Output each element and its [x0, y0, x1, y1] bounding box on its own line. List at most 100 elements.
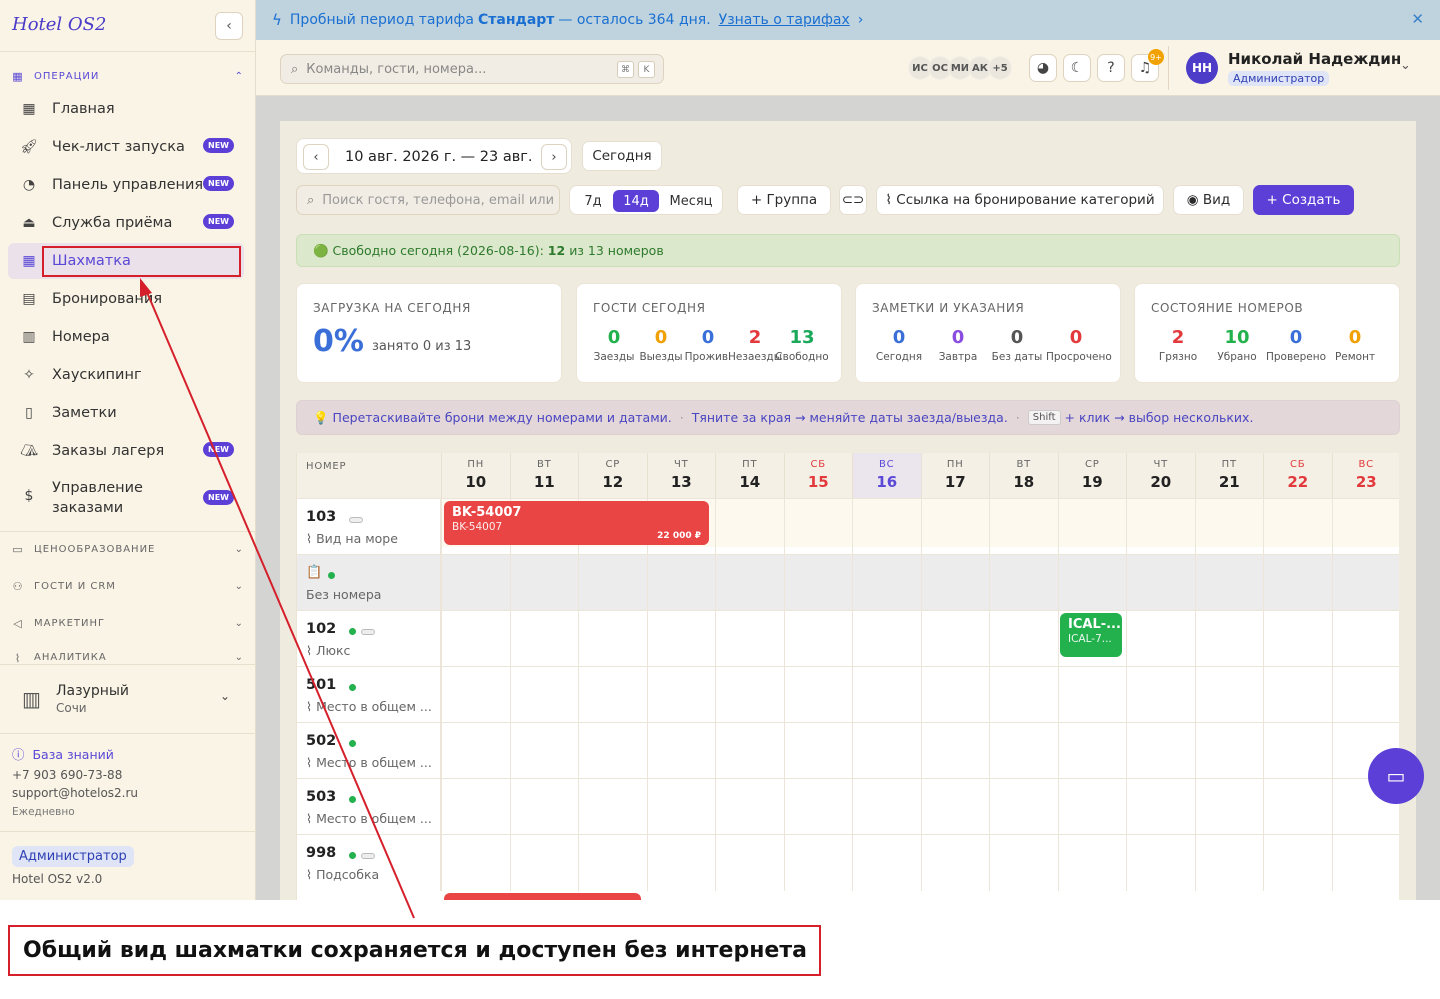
grid-cell-line[interactable] [646, 723, 648, 779]
grid-cell-line[interactable] [715, 499, 716, 555]
booking-block[interactable]: ICAL-... ICAL-7... [1060, 613, 1122, 657]
grid-cell-line[interactable] [920, 555, 922, 611]
grid-cell-line[interactable] [509, 555, 511, 611]
grid-cell-line[interactable] [509, 723, 511, 779]
grid-cell-line[interactable] [646, 667, 648, 723]
grid-cell-line[interactable] [1126, 499, 1127, 555]
grid-cell-line[interactable] [989, 779, 990, 835]
grid-cell-line[interactable] [1126, 723, 1127, 779]
grid-cell-line[interactable] [646, 555, 648, 611]
dark-mode-button[interactable]: ☾ [1063, 54, 1091, 82]
grid-cell-line[interactable] [1057, 555, 1059, 611]
grid-cell-line[interactable] [1126, 779, 1127, 835]
grid-cell-line[interactable] [1331, 779, 1333, 835]
grid-cell-line[interactable] [852, 555, 853, 611]
sidebar-item-housekeeping[interactable]: ✧ Хаускипинг [8, 357, 244, 393]
notifications-button[interactable]: ♫ 9+ [1131, 49, 1164, 82]
grid-cell-line[interactable] [441, 611, 442, 667]
grid-cell-line[interactable] [441, 555, 442, 611]
grid-cell-line[interactable] [509, 835, 511, 891]
grid-cell-line[interactable] [646, 611, 648, 667]
grid-cell-line[interactable] [920, 835, 922, 891]
grid-cell-line[interactable] [1057, 667, 1059, 723]
grid-cell-line[interactable] [578, 723, 579, 779]
grid-cell-line[interactable] [578, 667, 579, 723]
user-name[interactable]: Николай Надеждин [1228, 50, 1401, 68]
sidebar-item-rooms[interactable]: ▥ Номера [8, 319, 244, 355]
room-cell[interactable]: 📋 Без номера [297, 555, 441, 611]
grid-cell-line[interactable] [852, 723, 853, 779]
grid-cell-line[interactable] [783, 499, 785, 555]
close-icon[interactable]: ✕ [1411, 10, 1424, 28]
room-cell[interactable]: 103 ⌇ Вид на море [297, 499, 441, 555]
grid-cell-line[interactable] [509, 667, 511, 723]
chevron-down-icon[interactable]: ⌄ [1400, 58, 1411, 73]
room-cell[interactable]: 503 ⌇ Место в общем ... [297, 779, 441, 835]
pricing-link[interactable]: Узнать о тарифах [719, 12, 850, 28]
grid-cell-line[interactable] [441, 499, 442, 555]
grid-cell-line[interactable] [989, 555, 990, 611]
today-button[interactable]: Сегодня [582, 141, 662, 171]
sidebar-item-bookings[interactable]: ▤ Бронирования [8, 281, 244, 317]
grid-cell-line[interactable] [920, 611, 922, 667]
grid-cell-line[interactable] [1263, 667, 1264, 723]
grid-cell-line[interactable] [715, 779, 716, 835]
grid-cell-line[interactable] [441, 835, 442, 891]
category-booking-link-button[interactable]: ⌇ Ссылка на бронирование категорий [876, 185, 1164, 215]
booking-block[interactable]: BK-54007 BK-54007 22 000 ₽ [444, 501, 709, 545]
grid-cell-line[interactable] [578, 611, 579, 667]
grid-cell-line[interactable] [1057, 835, 1059, 891]
grid-cell-line[interactable] [578, 555, 579, 611]
grid-cell-line[interactable] [1194, 499, 1196, 555]
grid-cell-line[interactable] [989, 667, 990, 723]
view-button[interactable]: ◉ Вид [1173, 185, 1244, 215]
grid-cell-line[interactable] [1194, 723, 1196, 779]
grid-cell-line[interactable] [920, 723, 922, 779]
sidebar-item-camp-orders[interactable]: ⛺︎ Заказы лагеря NEW [8, 433, 244, 469]
section-analytics[interactable]: ⌇ АНАЛИТИКА ⌄ [12, 652, 244, 664]
copy-link-button[interactable]: ⊂⊃ [839, 185, 867, 215]
grid-cell-line[interactable] [783, 779, 785, 835]
grid-cell-line[interactable] [1331, 723, 1333, 779]
sidebar-item-order-management[interactable]: $ Управление заказами NEW [8, 476, 244, 522]
range-month[interactable]: Месяц [663, 190, 719, 212]
grid-cell-line[interactable] [1263, 779, 1264, 835]
grid-cell-line[interactable] [715, 835, 716, 891]
grid-cell-line[interactable] [989, 499, 990, 555]
grid-cell-line[interactable] [1263, 555, 1264, 611]
grid-cell-line[interactable] [1057, 499, 1059, 555]
grid-cell-line[interactable] [1126, 611, 1127, 667]
grid-cell-line[interactable] [783, 723, 785, 779]
prev-period-button[interactable]: ‹ [303, 144, 329, 170]
sidebar-item-home[interactable]: ▦ Главная [8, 91, 244, 127]
grid-cell-line[interactable] [783, 555, 785, 611]
grid-cell-line[interactable] [1331, 499, 1333, 555]
grid-cell-line[interactable] [1263, 611, 1264, 667]
booking-block[interactable] [444, 893, 641, 900]
range-7d[interactable]: 7д [578, 190, 608, 212]
grid-cell-line[interactable] [715, 611, 716, 667]
grid-cell-line[interactable] [1263, 723, 1264, 779]
grid-cell-line[interactable] [1194, 611, 1196, 667]
grid-cell-line[interactable] [1126, 835, 1127, 891]
grid-cell-line[interactable] [920, 779, 922, 835]
sidebar-item-control-panel[interactable]: ◔ Панель управления NEW [8, 167, 244, 203]
grid-cell-line[interactable] [1194, 555, 1196, 611]
grid-cell-line[interactable] [852, 667, 853, 723]
grid-cell-line[interactable] [1057, 723, 1059, 779]
room-cell[interactable]: 501 ⌇ Место в общем ... [297, 667, 441, 723]
grid-cell-line[interactable] [1331, 667, 1333, 723]
sidebar-item-launch-checklist[interactable]: 🚀︎ Чек-лист запуска NEW [8, 129, 244, 165]
guest-search-input[interactable]: ⌕ Поиск гостя, телефона, email или [296, 185, 560, 215]
grid-cell-line[interactable] [646, 779, 648, 835]
grid-cell-line[interactable] [852, 611, 853, 667]
grid-cell-line[interactable] [646, 835, 648, 891]
create-button[interactable]: + Создать [1253, 185, 1354, 215]
grid-cell-line[interactable] [1331, 555, 1333, 611]
grid-cell-line[interactable] [1126, 667, 1127, 723]
grid-cell-line[interactable] [989, 835, 990, 891]
section-guests-crm[interactable]: ⚇ ГОСТИ И CRM ⌄ [12, 578, 244, 594]
grid-cell-line[interactable] [1263, 835, 1264, 891]
command-search-input[interactable]: ⌕ Команды, гости, номера... ⌘ K [280, 54, 664, 84]
grid-cell-line[interactable] [509, 779, 511, 835]
